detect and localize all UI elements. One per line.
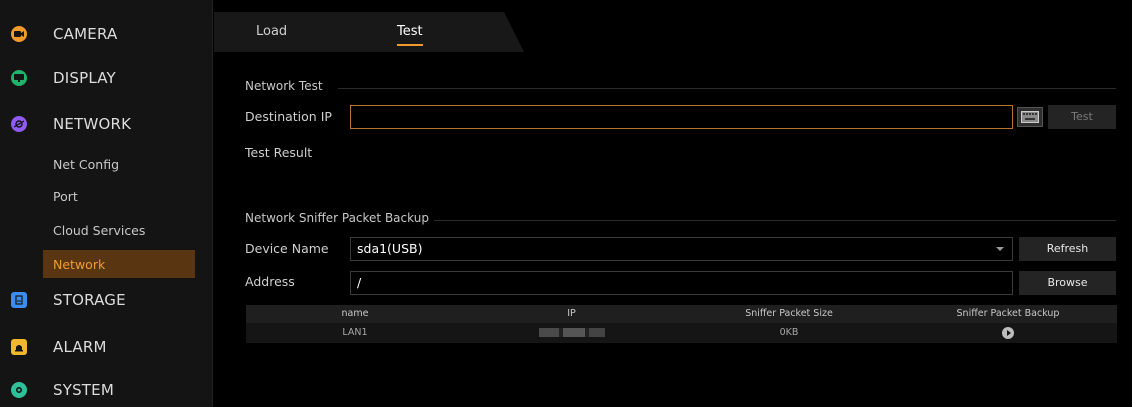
column-header-backup: Sniffer Packet Backup [956, 308, 1060, 319]
sidebar-item-label: DISPLAY [53, 69, 116, 87]
sidebar-item-label: SYSTEM [53, 381, 114, 399]
sniffer-table: name IP Sniffer Packet Size Sniffer Pack… [246, 305, 1117, 343]
section-divider [434, 220, 1116, 221]
system-icon [11, 382, 27, 398]
sidebar-item-network[interactable]: NETWORK [0, 104, 213, 144]
sidebar-item-camera[interactable]: CAMERA [0, 14, 213, 54]
refresh-button[interactable]: Refresh [1019, 237, 1116, 261]
address-label: Address [245, 274, 295, 289]
sidebar: CAMERA DISPLAY NETWORK Net Config Port C… [0, 0, 213, 407]
sidebar-item-port[interactable]: Port [0, 182, 213, 210]
sidebar-item-storage[interactable]: STORAGE [0, 280, 213, 320]
table-header: name IP Sniffer Packet Size Sniffer Pack… [246, 305, 1117, 323]
sidebar-item-net-config[interactable]: Net Config [0, 150, 213, 178]
active-tab-underline [397, 44, 423, 46]
sidebar-item-system[interactable]: SYSTEM [0, 370, 213, 407]
tab-test[interactable]: Test [397, 12, 423, 52]
row-name: LAN1 [342, 327, 368, 338]
browse-button[interactable]: Browse [1019, 271, 1116, 295]
address-input[interactable]: / [350, 271, 1013, 295]
device-name-select[interactable]: sda1(USB) [350, 237, 1013, 261]
sidebar-item-label: Cloud Services [53, 222, 146, 238]
destination-ip-input[interactable] [350, 105, 1013, 129]
table-row[interactable]: LAN1 0KB [246, 323, 1117, 343]
camera-icon [11, 26, 27, 42]
column-header-name: name [341, 308, 369, 319]
section-title-sniffer: Network Sniffer Packet Backup [245, 211, 429, 225]
tab-label: Test [397, 24, 423, 39]
sidebar-item-label: Net Config [53, 156, 120, 172]
sidebar-item-label: STORAGE [53, 291, 126, 309]
test-button[interactable]: Test [1048, 105, 1116, 129]
sidebar-item-cloud-services[interactable]: Cloud Services [0, 216, 213, 244]
section-title-network-test: Network Test [245, 79, 323, 93]
destination-ip-label: Destination IP [245, 109, 332, 124]
column-header-ip: IP [567, 308, 576, 319]
storage-icon [11, 292, 27, 308]
tab-load[interactable]: Load [256, 12, 287, 52]
column-header-size: Sniffer Packet Size [745, 308, 833, 319]
ip-redacted [538, 328, 605, 337]
device-name-label: Device Name [245, 241, 329, 256]
network-icon [11, 116, 27, 132]
display-icon [11, 70, 27, 86]
tab-bar: Load Test [214, 12, 524, 52]
device-name-value: sda1(USB) [357, 241, 423, 256]
chevron-down-icon [996, 247, 1004, 251]
sidebar-item-label: ALARM [53, 338, 107, 356]
section-divider [338, 88, 1116, 89]
sidebar-item-label: Port [53, 188, 78, 204]
keyboard-icon[interactable] [1017, 107, 1043, 127]
sidebar-item-label: NETWORK [53, 115, 132, 133]
alarm-icon [11, 339, 27, 355]
test-result-label: Test Result [245, 145, 313, 160]
play-icon[interactable] [1002, 326, 1014, 339]
row-ip [464, 323, 679, 343]
row-size: 0KB [779, 327, 799, 338]
row-backup [899, 323, 1117, 343]
sidebar-item-label: Network [53, 256, 106, 272]
sidebar-item-display[interactable]: DISPLAY [0, 58, 213, 98]
sidebar-item-alarm[interactable]: ALARM [0, 327, 213, 367]
sidebar-item-label: CAMERA [53, 25, 118, 43]
sidebar-item-network-active[interactable]: Network [43, 250, 195, 278]
main-panel: Load Test Network Test Destination IP Te… [214, 0, 1132, 407]
tab-label: Load [256, 24, 288, 39]
